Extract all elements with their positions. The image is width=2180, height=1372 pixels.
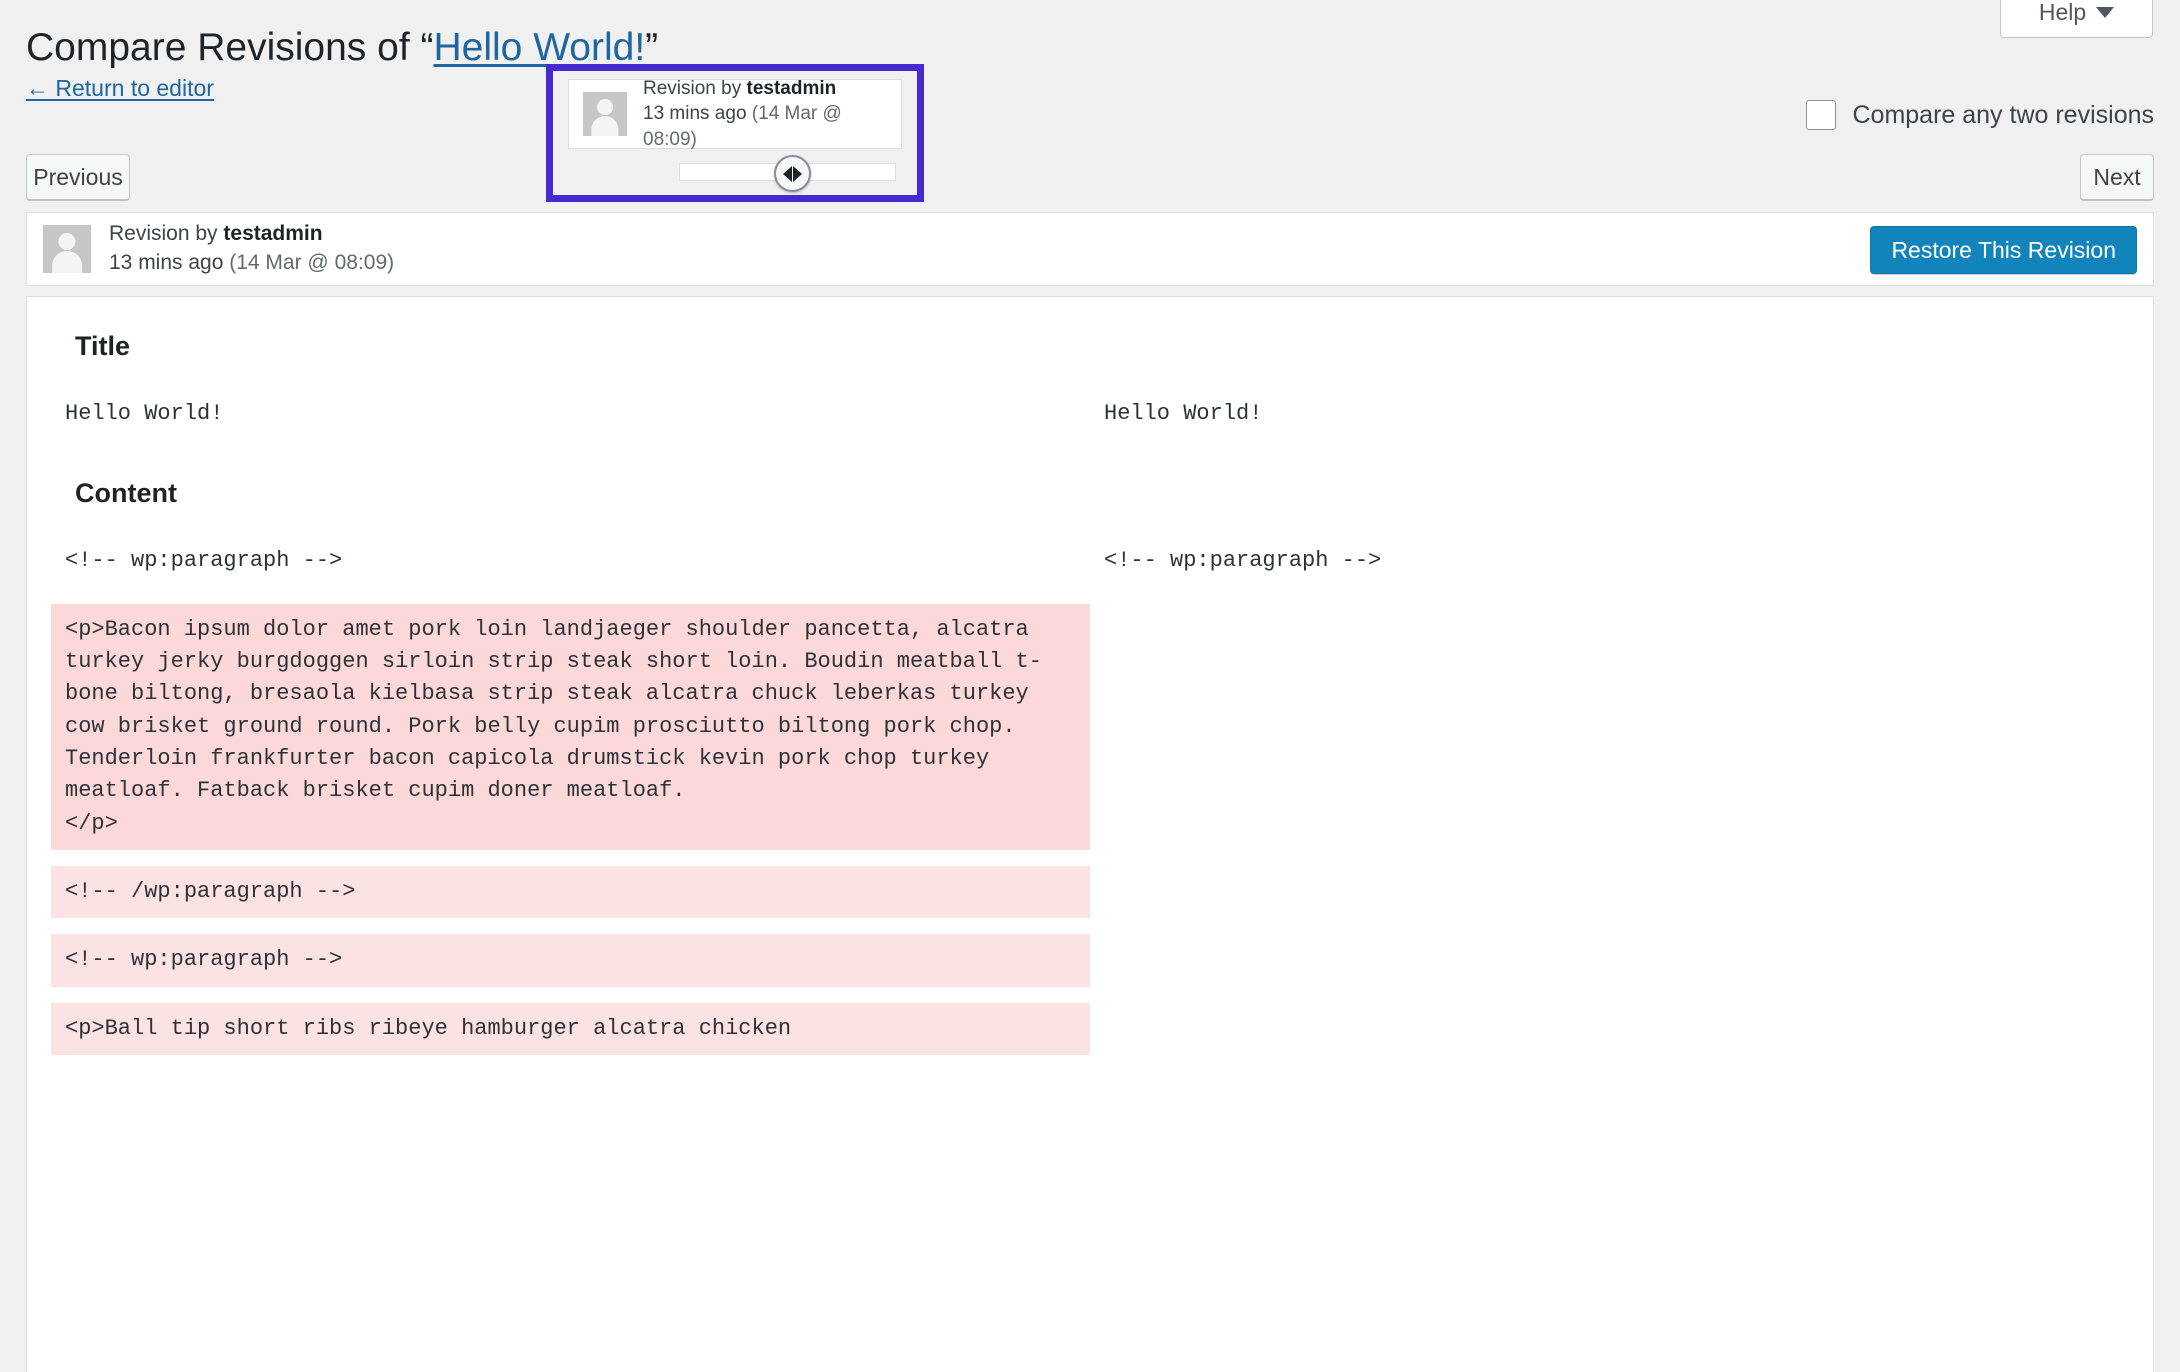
next-revision-button[interactable]: Next [2080,154,2154,201]
avatar-icon [583,92,627,136]
diff-cell-right [1090,604,2129,850]
diff-cell-left: <!-- wp:paragraph --> [65,548,343,574]
diff-row: <p>Bacon ipsum dolor amet pork loin land… [51,603,2129,850]
arrow-right-icon [793,165,802,182]
restore-this-revision-button[interactable]: Restore This Revision [1870,226,2137,274]
diff-content-rows: <!-- wp:paragraph --> <!-- wp:paragraph -… [51,535,2129,1055]
revision-info-bar: Revision by testadmin 13 mins ago (14 Ma… [26,212,2154,286]
diff-cell-right [1090,934,2129,986]
diff-cell-left: <!-- wp:paragraph --> [51,934,1090,987]
revision-timestamp: (14 Mar @ 08:09) [229,251,395,274]
revision-slider-handle[interactable] [774,155,811,192]
tooltip-revision-by: Revision by [643,77,747,99]
diff-row-spacer [51,918,2129,934]
compare-any-two-revisions-checkbox[interactable] [1806,100,1837,130]
diff-row: <!-- wp:paragraph --> [51,934,2129,987]
diff-row-spacer [51,987,2129,1003]
diff-cell-left: <!-- /wp:paragraph --> [51,865,1090,919]
diff-cell-left: Hello World! [65,401,224,426]
previous-revision-button[interactable]: Previous [26,154,130,201]
compare-any-two-revisions-toggle[interactable]: Compare any two revisions [1806,100,2154,130]
revision-slider-tooltip: Revision by testadmin 13 mins ago (14 Ma… [568,78,902,150]
diff-row: Hello World! Hello World! [51,388,2129,440]
revisions-screen: Help Compare Revisions of “Hello World!”… [0,0,2180,1372]
diff-cell-right [1090,1003,2129,1055]
chevron-down-icon [2096,7,2115,18]
page-title-suffix: ” [645,26,659,69]
compare-any-two-revisions-label: Compare any two revisions [1852,100,2154,129]
revision-time-ago: 13 mins ago [109,251,230,274]
diff-cell-right: <!-- wp:paragraph --> [1104,548,1382,574]
diff-row-spacer [51,850,2129,866]
revision-diff-panel: Title Hello World! Hello World! Content … [26,296,2154,1372]
diff-section-content-heading: Content [75,478,177,509]
tooltip-author: testadmin [746,77,837,99]
page-title-prefix: Compare Revisions of “ [26,26,434,69]
revision-by-label: Revision by [109,222,224,246]
revision-author: testadmin [223,222,323,246]
revision-tooltip-text: Revision by testadmin 13 mins ago (14 Ma… [643,76,887,153]
help-label: Help [2038,0,2087,25]
post-title-link[interactable]: Hello World! [433,26,645,69]
diff-cell-left: <p>Bacon ipsum dolor amet pork loin land… [51,603,1090,850]
diff-cell-right [1090,866,2129,918]
diff-section-title-heading: Title [75,331,131,361]
revision-meta: Revision by testadmin 13 mins ago (14 Ma… [109,220,394,278]
diff-row-spacer [51,588,2129,604]
diff-cell-right: Hello World! [1104,401,1263,426]
diff-row: <p>Ball tip short ribs ribeye hamburger … [51,1002,2129,1055]
diff-row: <!-- /wp:paragraph --> [51,865,2129,919]
diff-row: <!-- wp:paragraph --> <!-- wp:paragraph -… [51,535,2129,587]
avatar-icon [43,225,91,273]
return-to-editor-link[interactable]: ← Return to editor [26,75,214,102]
help-dropdown-button[interactable]: Help [2000,0,2153,38]
arrow-left-icon [783,165,792,182]
diff-cell-left: <p>Ball tip short ribs ribeye hamburger … [51,1002,1090,1055]
tooltip-time-ago: 13 mins ago [643,103,752,125]
